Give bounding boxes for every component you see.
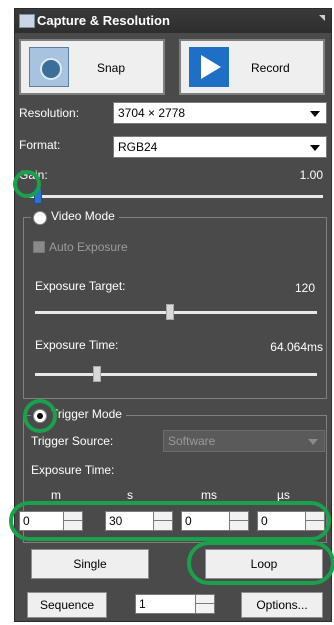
sequence-button[interactable]: Sequence xyxy=(27,592,107,618)
trigger-source-value: Software xyxy=(168,434,216,448)
trigger-source-select[interactable]: Software xyxy=(163,430,325,452)
video-mode-radio[interactable] xyxy=(33,211,47,225)
highlight-ring xyxy=(13,170,41,198)
snap-button[interactable]: Snap xyxy=(19,39,165,95)
gain-value: 1.00 xyxy=(299,168,323,182)
exposure-time-track[interactable] xyxy=(35,373,317,376)
chevron-down-icon xyxy=(310,145,320,151)
exposure-target-label: Exposure Target: xyxy=(35,279,126,293)
auto-exposure-label: Auto Exposure xyxy=(49,240,128,254)
unit-milliseconds: ms xyxy=(201,488,217,502)
chevron-down-icon xyxy=(308,439,318,445)
highlight-ring xyxy=(9,501,331,541)
unit-minutes: m xyxy=(51,488,61,502)
exposure-target-track[interactable] xyxy=(35,311,317,314)
format-select[interactable]: RGB24 xyxy=(113,136,327,158)
collapse-arrow-icon[interactable] xyxy=(319,15,325,21)
unit-microseconds: µs xyxy=(277,488,290,502)
panel-title: Capture & Resolution xyxy=(37,13,170,28)
exposure-target-thumb[interactable] xyxy=(166,304,175,320)
panel-titlebar: Capture & Resolution xyxy=(15,9,331,33)
play-icon xyxy=(189,47,229,87)
resolution-select[interactable]: 3704 × 2778 xyxy=(113,102,327,124)
unit-seconds: s xyxy=(127,488,133,502)
exposure-time-label: Exposure Time: xyxy=(35,338,119,352)
exposure-target-value: 120 xyxy=(294,281,315,295)
snap-label: Snap xyxy=(97,61,126,75)
exposure-time-value: 64.064ms xyxy=(270,340,323,354)
camera-icon xyxy=(29,47,69,87)
trigger-mode-title-text: Trigger Mode xyxy=(51,407,122,421)
exposure-time-thumb[interactable] xyxy=(93,366,102,382)
highlight-ring xyxy=(23,399,57,433)
options-button[interactable]: Options... xyxy=(241,592,323,618)
sequence-count-value: 1 xyxy=(139,597,146,611)
video-mode-title-text: Video Mode xyxy=(51,209,115,223)
format-label: Format: xyxy=(19,138,61,152)
resolution-value: 3704 × 2778 xyxy=(118,106,186,120)
sequence-count-spinbox[interactable]: 1 xyxy=(135,594,215,614)
window-icon xyxy=(19,14,35,28)
record-button[interactable]: Record xyxy=(179,39,325,95)
chevron-down-icon xyxy=(310,111,320,117)
single-button[interactable]: Single xyxy=(31,549,149,579)
trigger-exposure-time-label: Exposure Time: xyxy=(31,463,115,477)
spin-buttons[interactable] xyxy=(195,595,214,613)
record-label: Record xyxy=(251,61,290,75)
resolution-label: Resolution: xyxy=(19,106,80,120)
highlight-ring xyxy=(187,541,334,585)
auto-exposure-checkbox[interactable] xyxy=(33,241,45,253)
trigger-source-label: Trigger Source: xyxy=(31,434,114,448)
format-value: RGB24 xyxy=(118,140,158,154)
gain-slider-track[interactable] xyxy=(29,195,323,198)
capture-resolution-panel: Capture & Resolution Snap Record Resolut… xyxy=(9,8,334,622)
